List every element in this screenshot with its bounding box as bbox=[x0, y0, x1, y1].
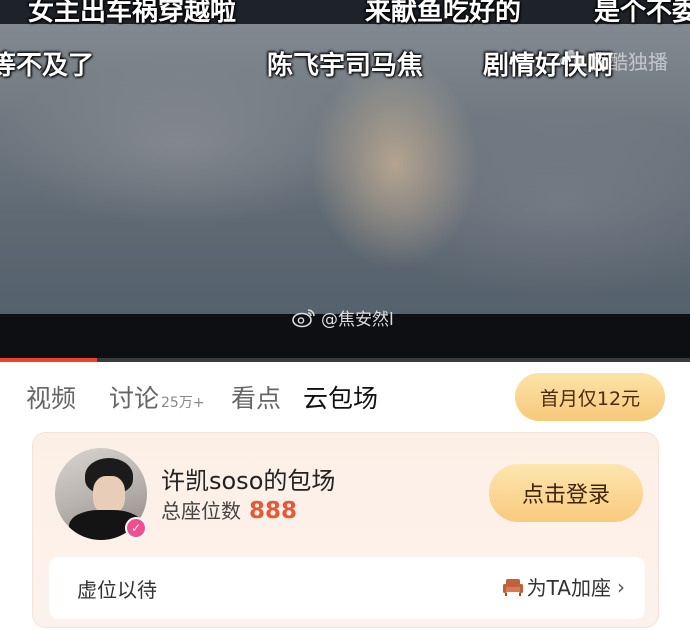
danmu-comment: 女主出车祸穿越啦 bbox=[28, 0, 237, 27]
vacant-text: 虚位以待 bbox=[77, 578, 157, 602]
weibo-watermark: @焦安然l bbox=[292, 305, 394, 330]
add-seat-link[interactable]: 为TA加座 › bbox=[502, 572, 625, 601]
tab-video[interactable]: 视频 bbox=[26, 382, 76, 416]
tab-discussion[interactable]: 讨论 25万+ bbox=[109, 382, 205, 420]
danmu-comment: 陈飞宇司马焦 bbox=[267, 51, 424, 81]
verified-icon: ✓ bbox=[125, 517, 147, 539]
screening-room-card: ✓ 许凯soso的包场 总座位数 888 点击登录 虚位以待 为TA加座 › bbox=[32, 432, 659, 628]
video-player[interactable]: 女主出车祸穿越啦 来献鱼吃好的 是个不委 等不及了 陈飞宇司马焦 剧情好快啊 优… bbox=[0, 0, 690, 362]
tab-label: 云包场 bbox=[303, 384, 379, 413]
danmu-comment: 是个不委 bbox=[594, 0, 690, 27]
tab-label: 视频 bbox=[26, 384, 77, 413]
tab-cloud-screening[interactable]: 云包场 bbox=[303, 382, 378, 416]
promo-button[interactable]: 首月仅12元 bbox=[515, 373, 665, 421]
tab-highlights[interactable]: 看点 bbox=[231, 382, 281, 416]
danmu-comment: 等不及了 bbox=[0, 51, 95, 81]
seat-label: 总座位数 bbox=[161, 499, 241, 523]
sofa-icon bbox=[502, 578, 523, 596]
seat-info: 总座位数 888 bbox=[161, 495, 297, 524]
chevron-right-icon: › bbox=[617, 574, 625, 599]
seat-count: 888 bbox=[249, 498, 298, 524]
channel-logo: 优酷独播 bbox=[560, 46, 668, 75]
login-button[interactable]: 点击登录 bbox=[489, 464, 643, 522]
tab-badge: 25万+ bbox=[161, 395, 205, 411]
progress-fill bbox=[0, 358, 97, 362]
seat-row: 虚位以待 为TA加座 › bbox=[49, 557, 645, 619]
progress-bar[interactable] bbox=[0, 358, 690, 362]
tab-bar: 视频 讨论 25万+ 看点 云包场 首月仅12元 bbox=[0, 370, 690, 426]
watermark-text: @焦安然l bbox=[321, 310, 394, 330]
tab-label: 看点 bbox=[231, 384, 282, 413]
youku-logo-icon bbox=[560, 49, 582, 72]
room-title: 许凯soso的包场 bbox=[161, 467, 336, 495]
add-seat-label: 为TA加座 bbox=[526, 576, 611, 600]
danmu-comment: 来献鱼吃好的 bbox=[365, 0, 522, 27]
weibo-icon bbox=[292, 308, 315, 327]
tab-label: 讨论 bbox=[109, 384, 160, 413]
channel-logo-text: 优酷独播 bbox=[588, 50, 668, 74]
